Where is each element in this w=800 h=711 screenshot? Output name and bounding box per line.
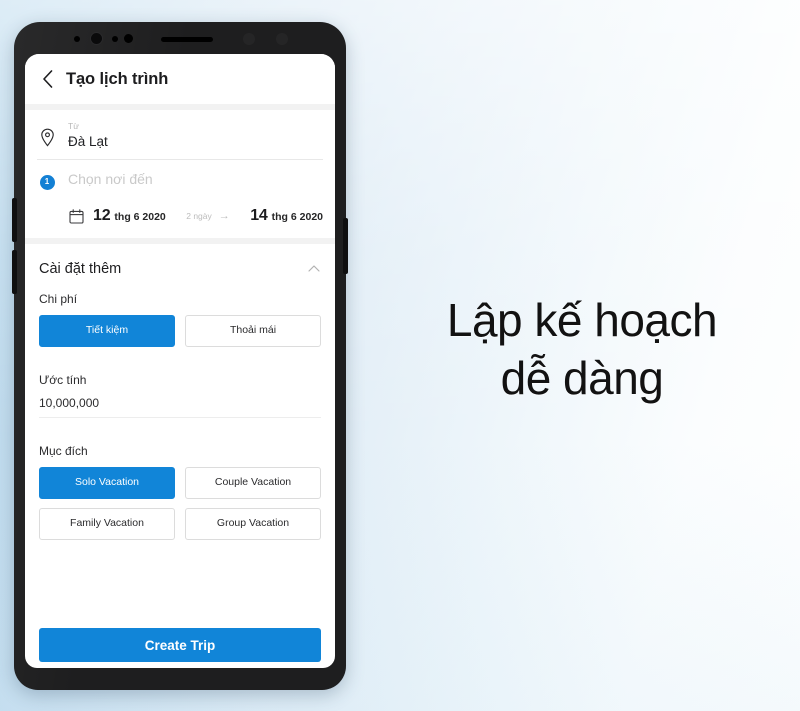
chevron-up-icon[interactable] [307,262,321,276]
cost-label: Chi phí [39,292,78,306]
sensor-dot-icon [112,36,118,42]
location-pin-icon [37,127,57,147]
cta-container: Create Trip [25,628,335,662]
additional-settings-section: Cài đặt thêm Chi phí Tiết kiệm Thoải mái [25,244,335,540]
origin-text: Từ Đà Lạt [68,121,323,151]
estimate-input[interactable]: 10,000,000 [39,396,321,418]
destination-step-badge: 1 [39,174,55,190]
volume-down-button[interactable] [12,250,17,294]
purpose-option-group[interactable]: Group Vacation [185,508,321,540]
device-top-bezel [14,22,346,54]
purpose-option-couple[interactable]: Couple Vacation [185,467,321,499]
estimate-field-group: Ước tính 10,000,000 [25,373,335,418]
end-date-month-year: thg 6 2020 [271,211,323,223]
page-title: Tạo lịch trình [66,69,169,88]
cost-field-group: Chi phí Tiết kiệm Thoải mái [25,292,335,347]
phone-screen: Tạo lịch trình Từ Đà Lạt 1 Chọn nơi đến … [25,54,335,668]
purpose-options-row-1: Solo Vacation Couple Vacation [39,467,321,499]
sensor-dot-icon [243,33,255,45]
earpiece-speaker-icon [161,37,213,42]
start-date-day: 12 [93,207,111,224]
destination-badge-wrap: 1 [37,172,57,192]
arrow-right-icon: → [218,209,230,222]
purpose-label: Mục đích [39,444,88,458]
additional-settings-title: Cài đặt thêm [39,261,122,277]
sensor-dot-icon [276,33,288,45]
destination-placeholder: Chọn nơi đến [68,171,153,187]
volume-up-button[interactable] [12,198,17,242]
duration-label: 2 ngày [186,211,212,221]
start-date[interactable]: 12 thg 6 2020 [93,207,166,225]
purpose-field-group: Mục đích Solo Vacation Couple Vacation F… [25,444,335,540]
estimate-label: Ước tính [39,373,87,387]
chevron-left-icon [42,70,52,88]
purpose-option-solo[interactable]: Solo Vacation [39,467,175,499]
date-range-row[interactable]: 12 thg 6 2020 2 ngày → 14 thg 6 2020 [25,200,335,236]
proximity-sensor-icon [124,34,133,43]
location-block: Từ Đà Lạt 1 Chọn nơi đến 12 thg 6 2020 2… [25,110,335,238]
front-camera-icon [90,32,103,45]
marketing-headline: Lập kế hoạch dễ dàng [382,292,782,408]
headline-line-1: Lập kế hoạch [446,294,718,346]
purpose-option-family[interactable]: Family Vacation [39,508,175,540]
cost-option-economy[interactable]: Tiết kiệm [39,315,175,347]
end-date-day: 14 [250,207,268,224]
origin-value: Đà Lạt [68,134,108,149]
cost-option-comfort[interactable]: Thoải mái [185,315,321,347]
start-date-month-year: thg 6 2020 [114,211,166,223]
back-button[interactable] [37,69,57,89]
purpose-options-row-2: Family Vacation Group Vacation [39,508,321,540]
calendar-icon [69,208,84,224]
create-trip-button[interactable]: Create Trip [39,628,321,662]
sensor-dot-icon [74,36,80,42]
cost-options: Tiết kiệm Thoải mái [39,315,321,347]
power-button[interactable] [343,218,348,274]
trip-duration: 2 ngày → [166,209,250,222]
phone-device-mockup: Tạo lịch trình Từ Đà Lạt 1 Chọn nơi đến … [12,22,348,690]
end-date[interactable]: 14 thg 6 2020 [250,207,323,225]
destination-row[interactable]: 1 Chọn nơi đến [25,160,335,200]
app-header: Tạo lịch trình [25,54,335,104]
additional-settings-header[interactable]: Cài đặt thêm [25,244,335,292]
headline-line-2: dễ dàng [500,351,664,404]
origin-label: Từ [68,121,79,131]
origin-row[interactable]: Từ Đà Lạt [25,115,335,159]
destination-text: Chọn nơi đến [68,166,323,190]
